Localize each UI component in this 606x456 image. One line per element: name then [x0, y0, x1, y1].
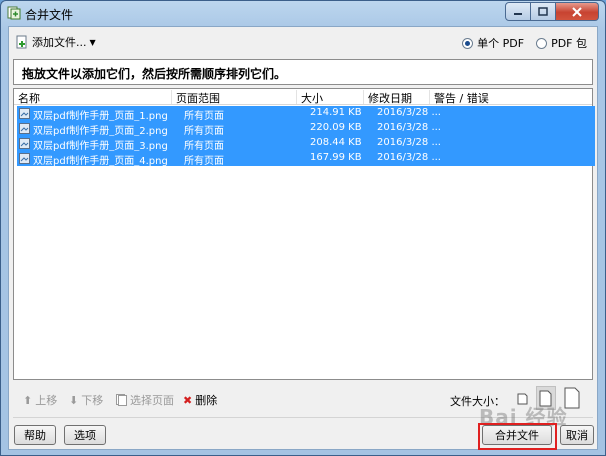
table-row[interactable]: 双层pdf制作手册_页面_3.png 所有页面 208.44 KB 2016/3… — [17, 136, 595, 152]
window-controls — [505, 2, 599, 21]
row-range: 所有页面 — [184, 141, 224, 152]
dialog-body: 添加文件... ▼ 单个 PDF PDF 包 拖放文件以添加它们，然后按所需顺序… — [8, 26, 598, 450]
delete-button[interactable]: ✖ 删除 — [183, 392, 217, 408]
table-row[interactable]: 双层pdf制作手册_页面_1.png 所有页面 214.91 KB 2016/3… — [17, 106, 595, 122]
column-header-size[interactable]: 大小 — [296, 90, 323, 105]
maximize-icon — [538, 7, 548, 16]
row-size: 220.09 KB — [310, 122, 362, 133]
instruction-banner: 拖放文件以添加它们，然后按所需顺序排列它们。 — [13, 59, 593, 85]
row-name: 双层pdf制作手册_页面_4.png — [33, 156, 168, 167]
row-name: 双层pdf制作手册_页面_3.png — [33, 141, 168, 152]
row-size: 214.91 KB — [310, 107, 362, 118]
radio-single-pdf-label: 单个 PDF — [477, 37, 525, 50]
highlight-box — [478, 423, 557, 450]
file-list[interactable]: 名称 页面范围 大小 修改日期 警告 / 错误 双层pdf制作手册_页面_1.p… — [13, 88, 595, 380]
row-range: 所有页面 — [184, 156, 224, 167]
chevron-down-icon: ▼ — [89, 37, 96, 47]
radio-pdf-package-label: PDF 包 — [551, 37, 587, 50]
add-files-label: 添加文件... — [32, 36, 87, 49]
top-toolbar: 添加文件... ▼ 单个 PDF PDF 包 — [9, 27, 597, 59]
row-name: 双层pdf制作手册_页面_2.png — [33, 126, 168, 137]
radio-selected-icon — [462, 37, 474, 49]
image-file-icon — [19, 123, 30, 134]
select-pages-label: 选择页面 — [130, 394, 174, 407]
output-type-group: 单个 PDF PDF 包 — [462, 35, 587, 51]
close-icon — [572, 6, 582, 17]
row-range: 所有页面 — [184, 126, 224, 137]
delete-label: 删除 — [195, 394, 218, 407]
move-up-label: 上移 — [35, 394, 58, 407]
row-size: 208.44 KB — [310, 137, 362, 148]
radio-pdf-package[interactable]: PDF 包 — [536, 35, 587, 51]
move-down-label: 下移 — [81, 394, 104, 407]
options-button[interactable]: 选项 — [64, 425, 106, 445]
row-date: 2016/3/28 ... — [377, 107, 441, 118]
list-header: 名称 页面范围 大小 修改日期 警告 / 错误 — [14, 89, 592, 105]
row-range: 所有页面 — [184, 111, 224, 122]
window-title: 合并文件 — [25, 8, 74, 22]
move-up-button[interactable]: ⬆ 上移 — [23, 392, 57, 408]
maximize-button[interactable] — [531, 2, 556, 21]
add-files-button[interactable]: 添加文件... ▼ — [15, 34, 96, 50]
row-size: 167.99 KB — [310, 152, 362, 163]
image-file-icon — [19, 153, 30, 164]
merge-files-window: 合并文件 添加文件... ▼ 单个 PDF PDF 包 拖放文件以添加它们，然后… — [0, 0, 606, 456]
close-button[interactable] — [556, 2, 599, 21]
minimize-button[interactable] — [505, 2, 531, 21]
help-button[interactable]: 帮助 — [14, 425, 56, 445]
column-header-range[interactable]: 页面范围 — [171, 90, 220, 105]
minimize-icon — [514, 12, 522, 15]
app-icon — [7, 6, 21, 20]
title-bar[interactable]: 合并文件 — [1, 1, 605, 25]
row-date: 2016/3/28 ... — [377, 137, 441, 148]
row-date: 2016/3/28 ... — [377, 122, 441, 133]
image-file-icon — [19, 138, 30, 149]
cancel-button[interactable]: 取消 — [560, 425, 594, 445]
select-pages-button[interactable]: 选择页面 — [116, 392, 174, 408]
table-row[interactable]: 双层pdf制作手册_页面_4.png 所有页面 167.99 KB 2016/3… — [17, 151, 595, 167]
radio-single-pdf[interactable]: 单个 PDF — [462, 35, 524, 51]
row-date: 2016/3/28 ... — [377, 152, 441, 163]
arrow-up-icon: ⬆ — [23, 393, 33, 407]
radio-unselected-icon — [536, 37, 548, 49]
row-name: 双层pdf制作手册_页面_1.png — [33, 111, 168, 122]
column-header-warnings[interactable]: 警告 / 错误 — [429, 90, 489, 105]
pages-icon — [116, 394, 127, 406]
arrow-down-icon: ⬇ — [69, 393, 79, 407]
add-file-icon — [16, 35, 27, 49]
move-down-button[interactable]: ⬇ 下移 — [69, 392, 103, 408]
column-header-name[interactable]: 名称 — [14, 90, 40, 105]
image-file-icon — [19, 108, 30, 119]
column-header-date[interactable]: 修改日期 — [363, 90, 412, 105]
delete-icon: ✖ — [183, 393, 193, 407]
table-row[interactable]: 双层pdf制作手册_页面_2.png 所有页面 220.09 KB 2016/3… — [17, 121, 595, 137]
